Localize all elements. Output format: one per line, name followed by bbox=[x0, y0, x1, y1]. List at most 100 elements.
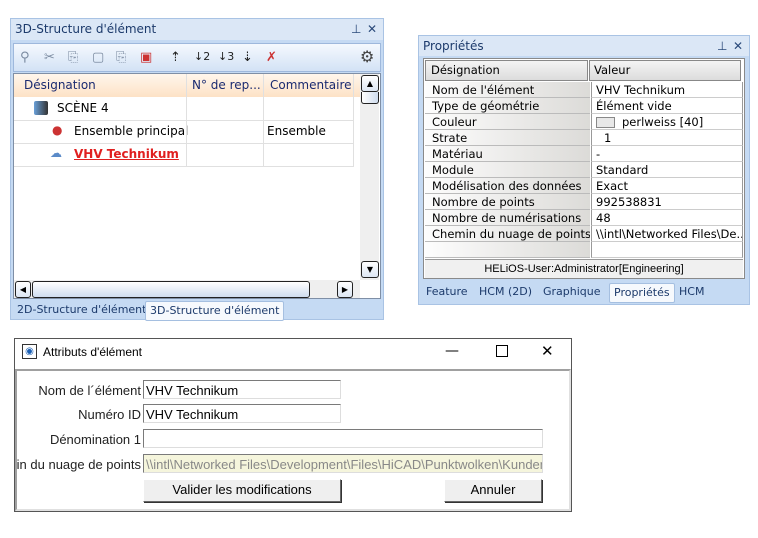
tree-row-point-cloud[interactable]: ☁ VHV Technikum bbox=[14, 143, 354, 167]
assembly-icon: ● bbox=[52, 123, 63, 137]
dialog-body: Nom de l´élément VHV Technikum Numéro ID… bbox=[15, 369, 571, 511]
label-element-name: Nom de l´élément bbox=[38, 383, 141, 398]
property-row[interactable]: Module Standard bbox=[425, 162, 743, 178]
property-label: Module bbox=[425, 162, 590, 178]
settings-gear-icon[interactable]: ⚙ bbox=[360, 47, 374, 66]
id-number-input[interactable]: VHV Technikum bbox=[143, 404, 341, 423]
tab-hcm-2d[interactable]: HCM (2D) bbox=[475, 283, 536, 301]
property-label: Matériau bbox=[425, 146, 590, 162]
scene-icon bbox=[34, 101, 48, 115]
copy-icon[interactable]: ⎘ bbox=[68, 50, 78, 65]
structure-tabs: 2D-Structure d'élément 3D-Structure d'él… bbox=[11, 299, 383, 321]
copy-special-icon[interactable]: ⎘ bbox=[116, 50, 126, 65]
properties-panel-title: Propriétés bbox=[419, 36, 749, 56]
properties-grid: Désignation Valeur Nom de l'élément VHV T… bbox=[423, 58, 745, 279]
property-row[interactable]: Matériau - bbox=[425, 146, 743, 162]
property-row[interactable]: Nombre de numérisations 48 bbox=[425, 210, 743, 226]
minimize-button[interactable]: — bbox=[445, 343, 459, 359]
property-row[interactable]: Nom de l'élément VHV Technikum bbox=[425, 82, 743, 98]
column-header-value[interactable]: Valeur bbox=[589, 60, 741, 81]
property-row[interactable]: Modélisation des données Exact bbox=[425, 178, 743, 194]
property-label: Couleur bbox=[425, 114, 590, 130]
color-name: perlweiss [40] bbox=[622, 115, 704, 129]
status-bar: HELiOS-User:Administrator[Engineering] bbox=[425, 259, 743, 278]
tab-2d-structure[interactable]: 2D-Structure d'élément bbox=[13, 301, 150, 319]
column-header-number[interactable]: N° de rep... bbox=[187, 74, 265, 97]
expand-level-2-icon[interactable]: ↓2 bbox=[194, 50, 210, 63]
property-value: Exact bbox=[591, 178, 743, 194]
property-row[interactable]: Chemin du nuage de points \\intl\Networke… bbox=[425, 226, 743, 242]
label-id-number: Numéro ID bbox=[78, 407, 141, 422]
property-value: \\intl\Networked Files\De... bbox=[591, 226, 743, 242]
vertical-scrollbar[interactable]: ▲ ▼ bbox=[360, 74, 379, 280]
property-label: Strate bbox=[425, 130, 590, 146]
tab-feature[interactable]: Feature bbox=[422, 283, 472, 301]
property-label bbox=[425, 242, 590, 258]
dialog-title: Attributs d'élément bbox=[43, 345, 143, 359]
expand-all-icon[interactable]: ⇣ bbox=[242, 50, 253, 65]
property-row[interactable]: Type de géométrie Élément vide bbox=[425, 98, 743, 114]
scroll-down-button[interactable]: ▼ bbox=[361, 261, 379, 278]
search-icon[interactable]: ⚲ bbox=[20, 50, 30, 65]
column-header-designation[interactable]: Désignation bbox=[14, 74, 188, 97]
horizontal-scroll-thumb[interactable] bbox=[32, 281, 310, 298]
tab-3d-structure[interactable]: 3D-Structure d'élément bbox=[145, 301, 285, 321]
tree-item-label: VHV Technikum bbox=[74, 147, 179, 161]
scroll-right-button[interactable]: ▶ bbox=[337, 281, 353, 298]
close-icon[interactable]: ✕ bbox=[733, 36, 743, 56]
column-divider bbox=[186, 74, 187, 166]
cancel-button[interactable]: Annuler bbox=[444, 479, 542, 502]
color-swatch bbox=[596, 117, 615, 128]
tree-row-main-assembly[interactable]: ● Ensemble principal Ensemble bbox=[14, 120, 354, 144]
property-value: Élément vide bbox=[591, 98, 743, 114]
column-header-designation[interactable]: Désignation bbox=[425, 60, 588, 81]
point-cloud-icon: ☁ bbox=[50, 146, 62, 160]
pin-icon[interactable]: ⊥ bbox=[351, 19, 361, 40]
properties-tabs: Feature HCM (2D) Graphique Propriétés HC… bbox=[419, 281, 749, 303]
horizontal-scrollbar[interactable]: ◀ ▶ bbox=[14, 280, 360, 298]
vertical-scroll-thumb[interactable] bbox=[361, 92, 379, 104]
property-label: Nombre de points bbox=[425, 194, 590, 210]
property-value: 1 bbox=[591, 130, 743, 146]
property-value: 992538831 bbox=[591, 194, 743, 210]
maximize-button[interactable] bbox=[496, 345, 508, 357]
close-icon[interactable]: ✕ bbox=[367, 19, 377, 40]
column-divider bbox=[353, 74, 354, 166]
paste-icon[interactable]: ▢ bbox=[92, 50, 104, 65]
element-name-input[interactable]: VHV Technikum bbox=[143, 380, 341, 399]
cut-icon[interactable]: ✂ bbox=[44, 50, 55, 65]
paste-special-icon[interactable]: ▣ bbox=[140, 50, 152, 65]
dialog-app-icon: ◉ bbox=[22, 344, 37, 359]
collapse-all-icon[interactable]: ⇡ bbox=[170, 50, 181, 65]
tab-proprietes[interactable]: Propriétés bbox=[609, 283, 675, 303]
property-value: - bbox=[591, 146, 743, 162]
tree-item-label: SCÈNE 4 bbox=[57, 101, 109, 115]
scroll-left-button[interactable]: ◀ bbox=[15, 281, 31, 298]
label-denomination-1: Dénomination 1 bbox=[49, 432, 141, 447]
dialog-title-bar: ◉ Attributs d'élément — ✕ bbox=[15, 339, 571, 367]
property-label: Nombre de numérisations bbox=[425, 210, 590, 226]
column-header-comment[interactable]: Commentaire bbox=[264, 74, 355, 97]
pin-icon[interactable]: ⊥ bbox=[717, 36, 727, 56]
column-divider bbox=[263, 74, 264, 166]
validate-changes-button[interactable]: Valider les modifications bbox=[143, 479, 341, 502]
tree-item-comment: Ensemble bbox=[267, 124, 326, 138]
label-point-cloud-path: Chemin du nuage de points bbox=[17, 457, 141, 472]
expand-level-3-icon[interactable]: ↓3 bbox=[218, 50, 234, 63]
clear-sort-icon[interactable]: ✗ bbox=[266, 50, 277, 65]
close-button[interactable]: ✕ bbox=[541, 342, 554, 360]
property-row[interactable]: Strate 1 bbox=[425, 130, 743, 146]
tab-hcm[interactable]: HCM bbox=[675, 283, 708, 301]
property-label: Type de géométrie bbox=[425, 98, 590, 114]
point-cloud-path-input[interactable]: \\intl\Networked Files\Development\Files… bbox=[143, 454, 543, 473]
property-row[interactable]: Couleur perlweiss [40] bbox=[425, 114, 743, 130]
scroll-up-button[interactable]: ▲ bbox=[361, 75, 379, 92]
property-value: perlweiss [40] bbox=[591, 114, 743, 130]
element-attributes-dialog: ◉ Attributs d'élément — ✕ Nom de l´éléme… bbox=[14, 338, 572, 512]
denomination-1-input[interactable] bbox=[143, 429, 543, 448]
property-value bbox=[591, 242, 743, 258]
tree-row-scene[interactable]: SCÈNE 4 bbox=[14, 97, 354, 121]
properties-panel: Propriétés ⊥ ✕ Désignation Valeur Nom de… bbox=[418, 35, 750, 305]
tab-graphique[interactable]: Graphique bbox=[539, 283, 605, 301]
property-row[interactable]: Nombre de points 992538831 bbox=[425, 194, 743, 210]
